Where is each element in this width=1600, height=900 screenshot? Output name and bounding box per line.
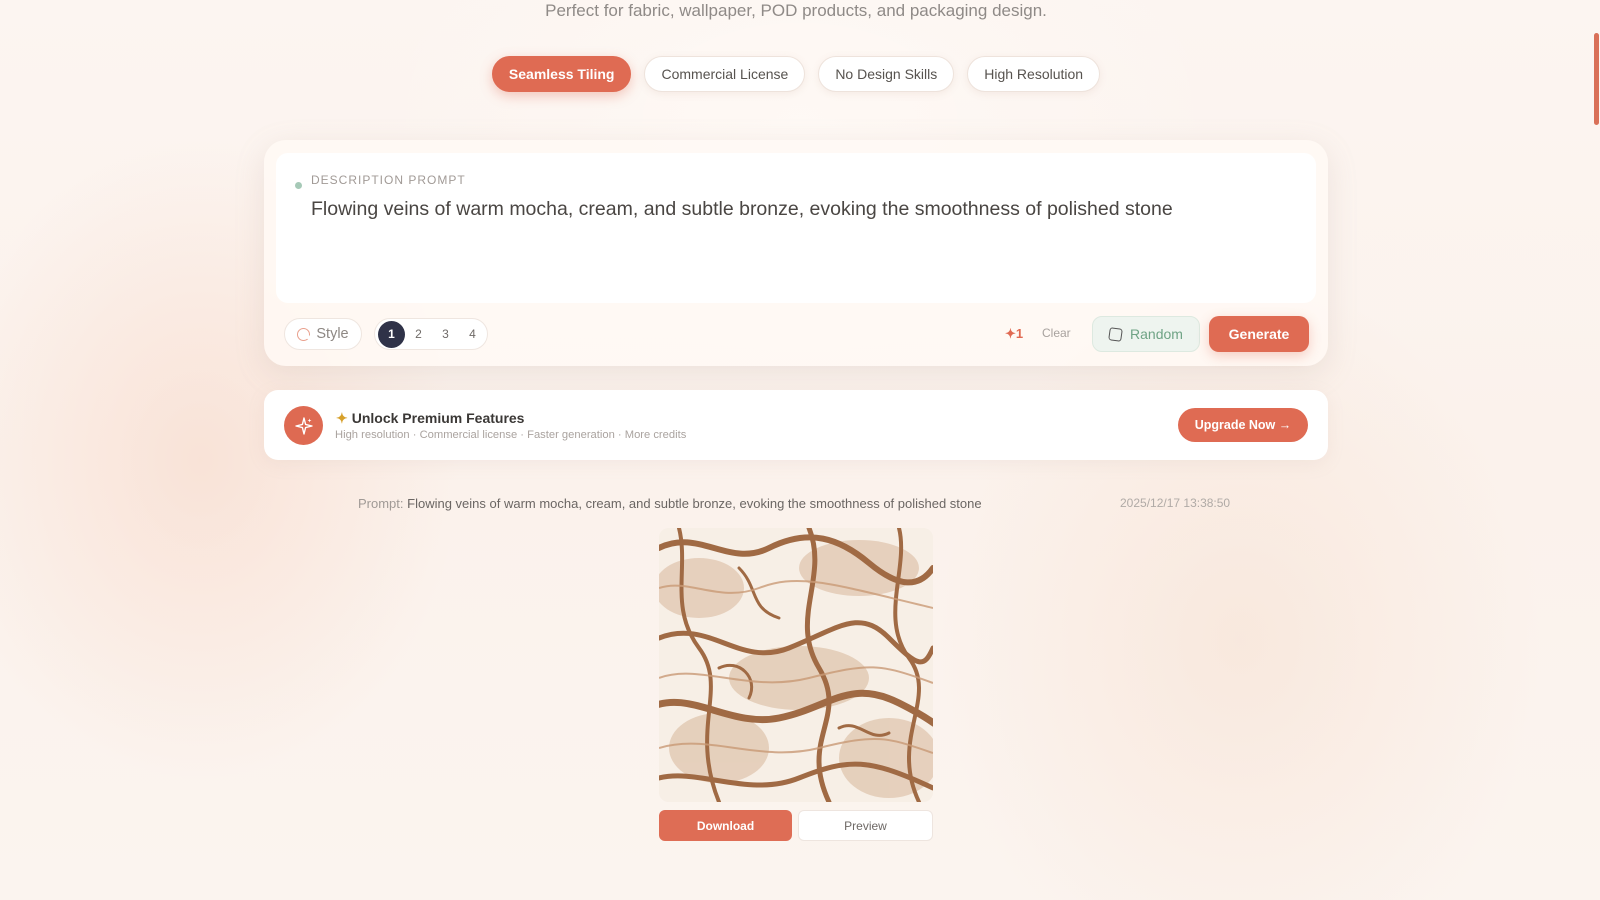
- generated-pattern-image[interactable]: [659, 528, 933, 802]
- description-prompt-value[interactable]: Flowing veins of warm mocha, cream, and …: [311, 198, 1173, 221]
- chip-commercial-license[interactable]: Commercial License: [644, 56, 806, 92]
- page-subtitle: Perfect for fabric, wallpaper, POD produ…: [545, 1, 1047, 20]
- random-button-label: Random: [1130, 326, 1183, 342]
- dice-icon: [1108, 326, 1123, 342]
- count-option-3[interactable]: 3: [432, 321, 459, 348]
- premium-banner: ✦ Unlock Premium Features High resolution…: [264, 390, 1328, 460]
- image-count-selector: 1 2 3 4: [374, 318, 488, 350]
- chip-seamless-tiling[interactable]: Seamless Tiling: [491, 56, 632, 92]
- count-option-2[interactable]: 2: [405, 321, 432, 348]
- premium-subtitle: High resolution · Commercial license · F…: [335, 429, 687, 441]
- download-button[interactable]: Download: [659, 810, 792, 841]
- marble-pattern: [659, 528, 933, 802]
- sparkle-icon: [284, 406, 323, 445]
- generate-button[interactable]: Generate: [1209, 316, 1309, 352]
- result-timestamp: 2025/12/17 13:38:50: [1120, 496, 1231, 510]
- clear-button[interactable]: Clear: [1042, 326, 1071, 340]
- chip-high-resolution[interactable]: High Resolution: [967, 56, 1101, 92]
- description-prompt-label: DESCRIPTION PROMPT: [311, 173, 466, 187]
- description-prompt-textarea[interactable]: DESCRIPTION PROMPT Flowing veins of warm…: [276, 153, 1316, 303]
- style-button-label: Style: [316, 326, 349, 342]
- count-option-1[interactable]: 1: [378, 320, 405, 348]
- result-prompt: Prompt: Flowing veins of warm mocha, cre…: [358, 496, 982, 511]
- status-dot: [295, 182, 302, 189]
- sparkle-glyph: [294, 416, 313, 435]
- random-button[interactable]: Random: [1092, 316, 1200, 352]
- premium-title: ✦ Unlock Premium Features: [336, 410, 524, 427]
- bee-icon: ✦: [336, 410, 348, 426]
- chip-no-design-skills[interactable]: No Design Skills: [818, 56, 955, 92]
- feature-chips: Seamless Tiling Commercial License No De…: [0, 56, 1592, 92]
- style-button[interactable]: Style: [284, 318, 362, 350]
- preview-button[interactable]: Preview: [798, 810, 933, 841]
- upgrade-now-button[interactable]: Upgrade Now →: [1178, 408, 1308, 442]
- premium-title-text: Unlock Premium Features: [351, 410, 525, 426]
- result-prompt-label: Prompt:: [358, 496, 404, 511]
- palette-icon: [297, 327, 311, 341]
- count-option-4[interactable]: 4: [459, 321, 486, 348]
- result-prompt-text: Flowing veins of warm mocha, cream, and …: [407, 496, 982, 511]
- page-scrollbar[interactable]: [1594, 33, 1599, 125]
- credit-cost-badge: ✦1: [1005, 326, 1024, 341]
- prompt-card: DESCRIPTION PROMPT Flowing veins of warm…: [264, 140, 1328, 366]
